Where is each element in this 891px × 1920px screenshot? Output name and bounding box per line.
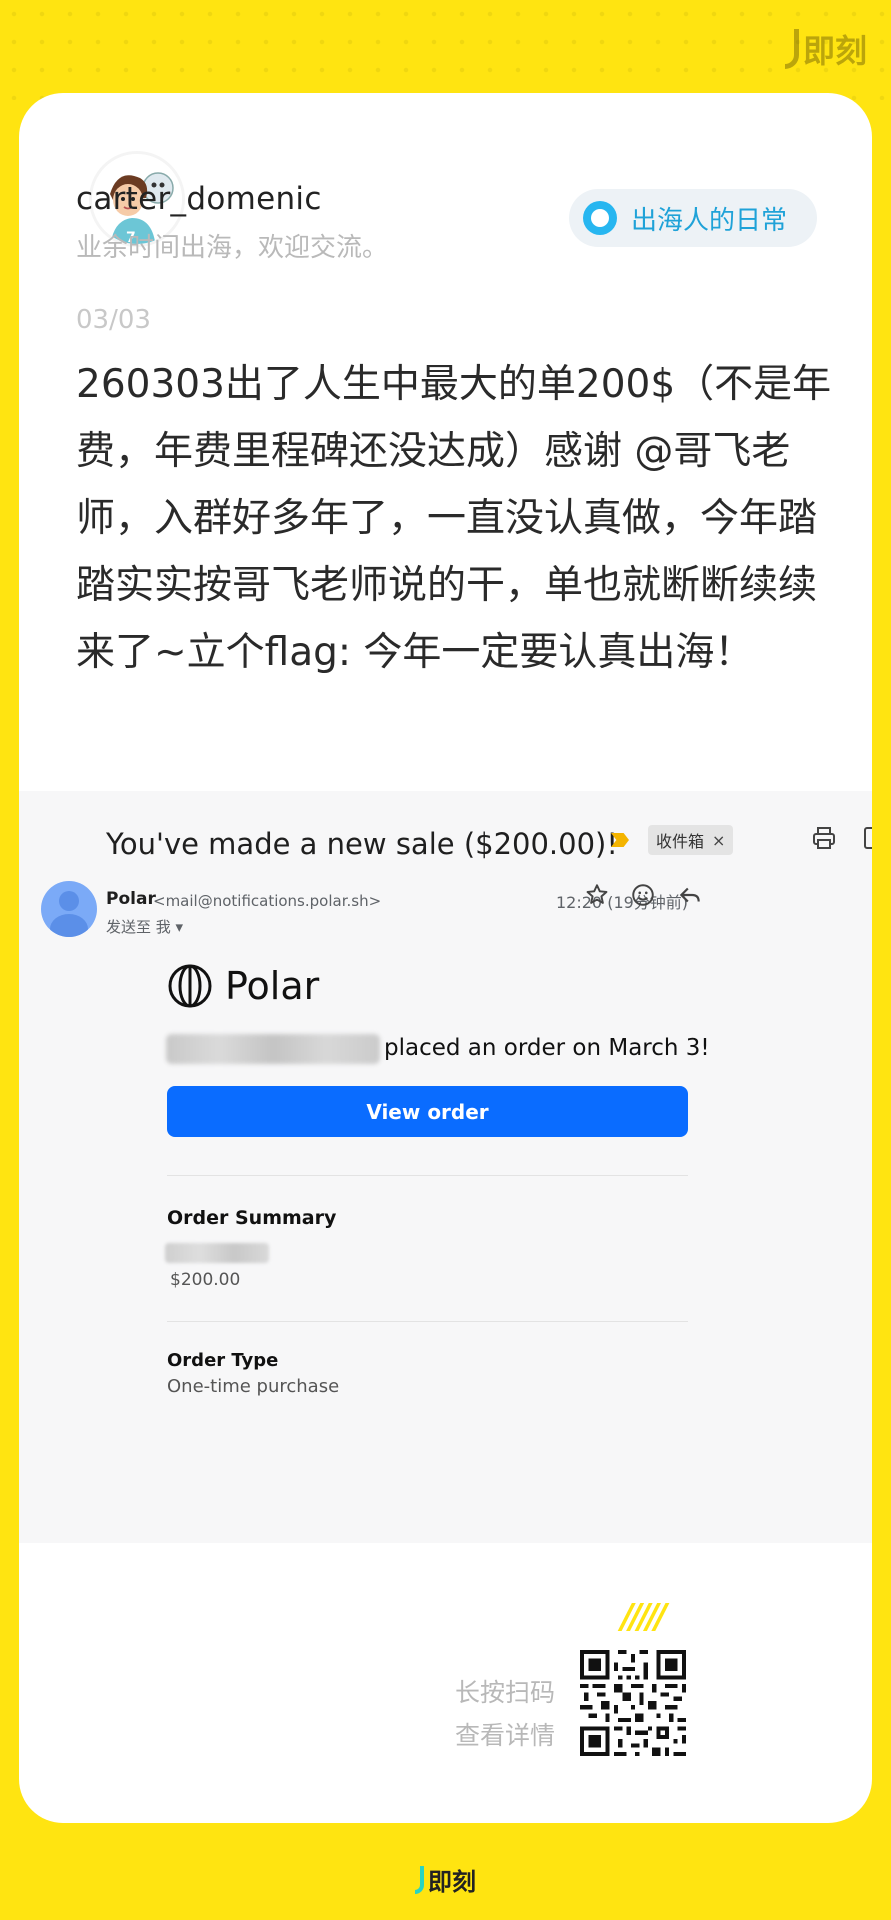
jike-mark-icon bbox=[784, 29, 799, 69]
topic-label: 出海人的日常 bbox=[631, 205, 788, 236]
brand-name: 即刻 bbox=[802, 32, 867, 70]
view-order-button[interactable]: View order bbox=[167, 1086, 688, 1137]
sender-name[interactable]: Polar bbox=[106, 889, 156, 909]
divider bbox=[167, 1175, 688, 1176]
star-icon[interactable] bbox=[582, 882, 612, 912]
jike-logo-top: 即刻 bbox=[784, 26, 867, 72]
reply-icon[interactable] bbox=[675, 882, 705, 912]
topic-tag[interactable]: 出海人的日常 bbox=[569, 189, 817, 247]
order-type-title: Order Type bbox=[167, 1350, 279, 1371]
jike-mark-icon bbox=[415, 1865, 424, 1894]
jike-logo-bottom: 即刻 bbox=[0, 1862, 891, 1897]
person-icon bbox=[59, 891, 79, 911]
polar-logo: Polar bbox=[167, 963, 319, 1009]
post-text: 260303出了人生中最大的单200$（不是年费，年费里程碑还没达成）感谢 @哥… bbox=[76, 362, 832, 675]
inbox-label-chip[interactable]: 收件箱 × bbox=[648, 825, 734, 855]
scan-hint-line1: 长按扫码 bbox=[454, 1678, 555, 1707]
scan-hint-line2: 查看详情 bbox=[454, 1721, 555, 1750]
inbox-label: 收件箱 bbox=[656, 832, 705, 851]
username[interactable]: carter_domenic bbox=[76, 181, 322, 217]
person-icon-body bbox=[50, 914, 88, 937]
order-price: $200.00 bbox=[170, 1270, 241, 1290]
send-to-dropdown[interactable]: 发送至 我 ▾ bbox=[106, 916, 183, 937]
print-icon[interactable] bbox=[811, 825, 837, 851]
decorative-stripes: ///// bbox=[621, 1597, 667, 1637]
user-bio: 业余时间出海，欢迎交流。 bbox=[76, 233, 389, 263]
order-type-value: One-time purchase bbox=[167, 1376, 340, 1397]
background-pattern bbox=[0, 0, 891, 100]
post-card: 7 carter_domenic 业余时间出海，欢迎交流。 出海人的日常 03/… bbox=[19, 93, 872, 1823]
order-placed-text: placed an order on March 3! bbox=[384, 1035, 710, 1061]
post-date: 03/03 bbox=[76, 305, 151, 335]
redacted-product-name bbox=[165, 1243, 269, 1263]
email-time: 12:20 (19分钟前) bbox=[556, 893, 689, 912]
divider bbox=[167, 1321, 688, 1322]
order-summary-title: Order Summary bbox=[167, 1207, 337, 1229]
topic-icon bbox=[583, 201, 617, 235]
new-window-icon[interactable] bbox=[862, 825, 872, 851]
polar-logo-text: Polar bbox=[225, 964, 320, 1008]
brand-name: 即刻 bbox=[428, 1868, 476, 1896]
emoji-icon[interactable] bbox=[628, 882, 658, 912]
polar-logo-icon bbox=[168, 964, 212, 1008]
sender-email: <mail@notifications.polar.sh> bbox=[153, 892, 382, 910]
email-subject: You've made a new sale ($200.00)! bbox=[106, 827, 618, 861]
redacted-customer-name bbox=[166, 1034, 380, 1064]
sender-avatar[interactable] bbox=[41, 881, 97, 937]
qr-code[interactable] bbox=[580, 1650, 686, 1756]
email-screenshot: You've made a new sale ($200.00)! 收件箱 × … bbox=[19, 791, 872, 1543]
chip-close-icon[interactable]: × bbox=[712, 831, 725, 850]
